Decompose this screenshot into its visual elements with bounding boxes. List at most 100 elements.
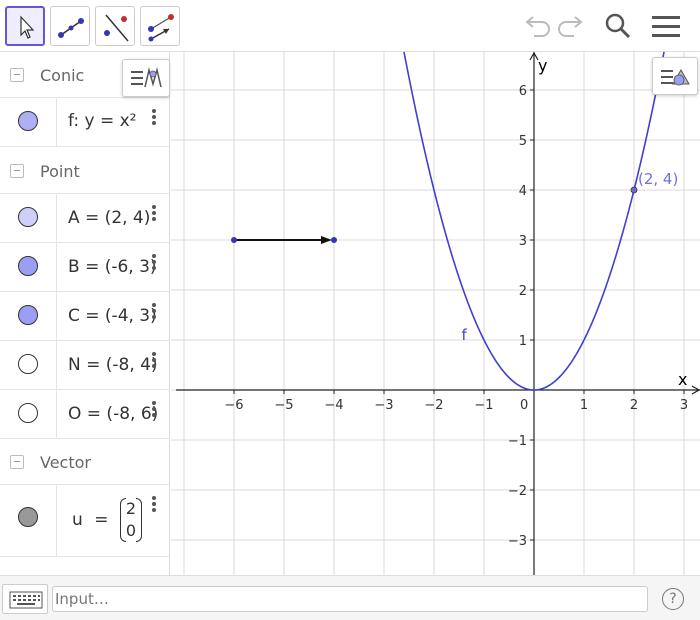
more-options-icon[interactable] [149, 204, 159, 224]
more-options-icon[interactable] [149, 108, 159, 128]
algebra-view: Conic f: y = x² Point A = (2, 4) B = (-6… [0, 52, 170, 575]
move-tool-button[interactable] [5, 6, 45, 46]
visibility-toggle-f[interactable] [18, 111, 38, 131]
keyboard-icon [9, 591, 43, 609]
x-tick-label: −1 [474, 398, 493, 413]
collapse-icon[interactable] [10, 164, 24, 178]
algebra-item-C[interactable]: C = (-4, 3) [0, 292, 169, 341]
divider [56, 194, 57, 242]
y-tick-label: −2 [508, 484, 527, 499]
algebra-settings-icon [131, 67, 162, 88]
algebra-item-N[interactable]: N = (-8, 4) [0, 341, 169, 390]
undo-icon[interactable] [518, 8, 554, 44]
point-C[interactable] [331, 237, 337, 243]
visibility-toggle-A[interactable] [18, 207, 38, 227]
y-axis-label: y [538, 56, 547, 75]
collapse-icon[interactable] [10, 455, 24, 469]
expression-C[interactable]: C = (-4, 3) [68, 306, 157, 326]
divider [56, 390, 57, 438]
keyboard-button[interactable] [2, 584, 48, 614]
line-tool-button[interactable] [95, 6, 135, 46]
more-options-icon[interactable] [149, 302, 159, 322]
vector-from-point-tool-button[interactable] [140, 6, 180, 46]
collapse-icon[interactable] [10, 68, 24, 82]
graphics-settings-icon [661, 68, 690, 86]
grid [171, 52, 700, 575]
curve-label-f: f [462, 326, 468, 344]
more-options-icon[interactable] [149, 400, 159, 420]
more-options-icon[interactable] [149, 351, 159, 371]
category-label: Conic [40, 66, 85, 85]
axes [176, 52, 700, 575]
category-label: Vector [40, 453, 91, 472]
point-A-label: (2, 4) [638, 170, 678, 188]
point-A[interactable] [630, 186, 638, 194]
visibility-toggle-C[interactable] [18, 305, 38, 325]
equals-sign: = [94, 510, 109, 530]
x-tick-label: −3 [374, 398, 393, 413]
menu-icon[interactable] [648, 8, 684, 44]
expression-O[interactable]: O = (-8, 6) [68, 404, 158, 424]
divider [56, 485, 57, 556]
y-tick-label: 6 [519, 84, 527, 99]
category-vector[interactable]: Vector [0, 439, 169, 485]
graphics-style-bar-button[interactable] [652, 57, 698, 95]
divider [56, 292, 57, 340]
redo-icon[interactable] [554, 8, 590, 44]
more-options-icon[interactable] [149, 253, 159, 273]
algebra-item-O[interactable]: O = (-8, 6) [0, 390, 169, 439]
divider [56, 341, 57, 389]
vector-icon [58, 18, 84, 38]
tick-labels: −6 −5 −4 −3 −2 −1 0 1 2 3 6 5 4 3 2 1 −1 −2 −3 [224, 84, 688, 549]
graphics-canvas[interactable]: −6 −5 −4 −3 −2 −1 0 1 2 3654321−1−2−3 f (2, 4) x … [171, 52, 700, 575]
expression-B[interactable]: B = (-6, 3) [68, 257, 157, 277]
x-tick-label: −6 [224, 398, 243, 413]
input-bar: Input… ? [0, 575, 700, 620]
x-tick-label: −5 [274, 398, 293, 413]
visibility-toggle-u[interactable] [18, 507, 38, 527]
arrow-cursor-icon [20, 15, 35, 39]
help-icon[interactable]: ? [662, 588, 684, 610]
expression-u[interactable]: u = 2 0 [72, 498, 143, 542]
expression-f[interactable]: f: y = x² [68, 111, 137, 131]
y-tick-label: 2 [519, 284, 527, 299]
algebra-item-u[interactable]: u = 2 0 [0, 485, 169, 557]
expression-N[interactable]: N = (-8, 4) [68, 355, 158, 375]
y-tick-label: 1 [519, 334, 527, 349]
x-tick-label: −4 [324, 398, 343, 413]
point-B[interactable] [231, 237, 237, 243]
vector-tool-button[interactable] [50, 6, 90, 46]
visibility-toggle-B[interactable] [18, 256, 38, 276]
visibility-toggle-N[interactable] [18, 354, 38, 374]
toolbar [0, 0, 700, 52]
more-options-icon[interactable] [149, 495, 159, 515]
algebra-item-B[interactable]: B = (-6, 3) [0, 243, 169, 292]
vector-name: u [72, 510, 83, 530]
x-tick-label: 1 [580, 398, 588, 413]
y-tick-label: −1 [508, 434, 527, 449]
visibility-toggle-O[interactable] [18, 403, 38, 423]
x-tick-label: −2 [424, 398, 443, 413]
algebra-style-bar-button[interactable] [122, 59, 170, 97]
vector-from-point-icon [148, 14, 174, 42]
category-label: Point [40, 162, 80, 181]
perpendicular-line-icon [104, 14, 129, 42]
divider [56, 98, 57, 146]
y-tick-label: −3 [508, 534, 527, 549]
algebra-item-f[interactable]: f: y = x² [0, 98, 169, 147]
y-tick-label: 4 [519, 184, 527, 199]
category-point[interactable]: Point [0, 148, 169, 194]
expression-A[interactable]: A = (2, 4) [68, 208, 150, 228]
vector-matrix: 2 0 [119, 498, 143, 542]
x-tick-label: 0 [520, 398, 528, 413]
search-icon[interactable] [600, 8, 636, 44]
divider [56, 243, 57, 291]
x-tick-label: 3 [680, 398, 688, 413]
graphics-view[interactable]: −6 −5 −4 −3 −2 −1 0 1 2 3 6 5 4 3 2 1 −1 −2 −3 f (2, 4) x … [171, 52, 700, 575]
x-axis-label: x [678, 370, 687, 389]
vector-arrowhead [321, 236, 332, 244]
input-field[interactable]: Input… [52, 586, 648, 612]
algebra-item-A[interactable]: A = (2, 4) [0, 194, 169, 243]
vector-component-x: 2 [125, 499, 137, 518]
y-tick-label: 5 [519, 134, 527, 149]
